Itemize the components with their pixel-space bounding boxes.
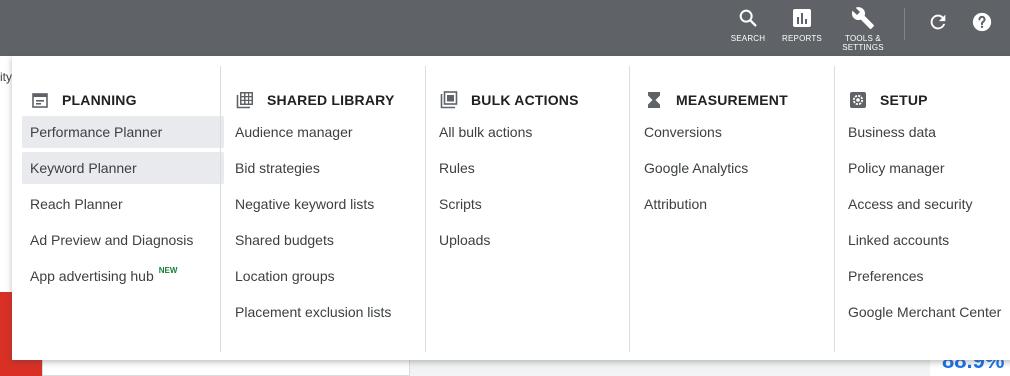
menu-item-audience-manager[interactable]: Audience manager [227,116,429,148]
measurement-header: MEASUREMENT [644,80,788,120]
menu-item-access-and-security[interactable]: Access and security [840,188,1010,220]
menu-item-negative-keyword-lists[interactable]: Negative keyword lists [227,188,429,220]
menu-item-ad-preview[interactable]: Ad Preview and Diagnosis [22,224,224,256]
column-divider [834,66,835,352]
planning-title: PLANNING [62,92,137,108]
tools-settings-button[interactable]: TOOLS & SETTINGS [835,6,891,52]
library-grid-icon [235,90,255,110]
page-cut-text: ity [0,70,12,84]
measurement-title: MEASUREMENT [676,92,788,108]
search-icon [736,6,760,30]
shared-library-title: SHARED LIBRARY [267,92,395,108]
shared-library-column: SHARED LIBRARY Audience manager Bid stra… [227,66,431,352]
setup-header: SETUP [848,80,928,120]
planning-column: PLANNING Performance Planner Keyword Pla… [22,66,226,352]
help-icon [971,11,993,38]
menu-item-placement-exclusion-lists[interactable]: Placement exclusion lists [227,296,429,328]
bulk-actions-header: BULK ACTIONS [439,80,579,120]
menu-item-policy-manager[interactable]: Policy manager [840,152,1010,184]
setup-title: SETUP [880,92,928,108]
settings-gear-icon [848,90,868,110]
bulk-actions-column: BULK ACTIONS All bulk actions Rules Scri… [431,66,635,352]
menu-item-location-groups[interactable]: Location groups [227,260,429,292]
setup-column: SETUP Business data Policy manager Acces… [840,66,1010,352]
menu-item-shared-budgets[interactable]: Shared budgets [227,224,429,256]
hourglass-icon [644,90,664,110]
new-badge: NEW [158,265,178,275]
tools-settings-label: TOOLS & SETTINGS [842,34,884,52]
bulk-actions-title: BULK ACTIONS [471,92,579,108]
menu-item-app-advertising-hub[interactable]: App advertising hub NEW [22,260,224,292]
calendar-icon [30,90,50,110]
reports-label: REPORTS [782,34,822,43]
menu-item-performance-planner[interactable]: Performance Planner [22,116,224,148]
column-divider [220,66,221,352]
measurement-column: MEASUREMENT Conversions Google Analytics… [636,66,840,352]
menu-item-google-analytics[interactable]: Google Analytics [636,152,838,184]
column-divider [629,66,630,352]
tools-menu: PLANNING Performance Planner Keyword Pla… [12,56,1010,360]
copy-stack-icon [439,90,459,110]
menu-item-conversions[interactable]: Conversions [636,116,838,148]
menu-item-scripts[interactable]: Scripts [431,188,633,220]
menu-item-linked-accounts[interactable]: Linked accounts [840,224,1010,256]
menu-item-bid-strategies[interactable]: Bid strategies [227,152,429,184]
app-advertising-hub-label: App advertising hub [30,268,154,284]
menu-item-reach-planner[interactable]: Reach Planner [22,188,224,220]
reports-icon [790,6,814,30]
menu-item-keyword-planner[interactable]: Keyword Planner [22,152,224,184]
menu-item-rules[interactable]: Rules [431,152,633,184]
search-label: SEARCH [730,34,766,43]
wrench-icon [851,6,875,30]
refresh-icon [927,11,949,38]
shared-library-header: SHARED LIBRARY [235,80,395,120]
help-button[interactable] [970,12,994,36]
menu-item-all-bulk-actions[interactable]: All bulk actions [431,116,633,148]
menu-item-uploads[interactable]: Uploads [431,224,633,256]
refresh-button[interactable] [926,12,950,36]
menu-item-business-data[interactable]: Business data [840,116,1010,148]
search-button[interactable]: SEARCH [720,6,776,52]
top-bar: SEARCH REPORTS TOOLS & SETTINGS [0,0,1010,56]
planning-header: PLANNING [30,80,137,120]
column-divider [425,66,426,352]
menu-item-google-merchant-center[interactable]: Google Merchant Center [840,296,1010,328]
menu-item-preferences[interactable]: Preferences [840,260,1010,292]
topbar-divider [904,8,905,40]
reports-button[interactable]: REPORTS [774,6,830,52]
menu-item-attribution[interactable]: Attribution [636,188,838,220]
